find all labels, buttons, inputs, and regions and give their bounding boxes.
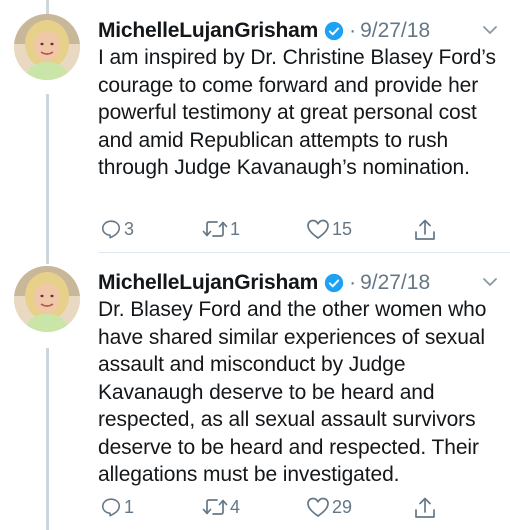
separator: · xyxy=(349,271,357,294)
like-button[interactable]: 29 xyxy=(306,496,352,518)
retweet-button[interactable]: 4 xyxy=(202,496,240,518)
chevron-down-icon[interactable] xyxy=(480,272,500,292)
chevron-down-icon[interactable] xyxy=(480,20,500,40)
reply-count: 3 xyxy=(124,218,135,239)
thread-line xyxy=(46,0,49,14)
retweet-icon xyxy=(202,221,228,237)
tweet-text: Dr. Blasey Ford and the other women who … xyxy=(98,298,487,486)
retweet-button[interactable]: 1 xyxy=(202,218,240,240)
tweet-text: I am inspired by Dr. Christine Blasey Fo… xyxy=(98,46,496,179)
retweet-icon xyxy=(202,499,228,515)
tweet-header: MichelleLujanGrisham · 9/27/18 xyxy=(98,16,430,46)
tweet-date[interactable]: 9/27/18 xyxy=(360,271,430,295)
like-count: 15 xyxy=(332,218,353,239)
like-count: 29 xyxy=(332,496,353,517)
reply-button[interactable]: 1 xyxy=(100,496,134,518)
separator: · xyxy=(349,19,357,42)
heart-icon xyxy=(307,219,329,239)
tweet-actions: 1 4 29 xyxy=(98,496,458,522)
divider xyxy=(98,252,510,253)
reply-button[interactable]: 3 xyxy=(100,218,134,240)
tweet-date[interactable]: 9/27/18 xyxy=(360,19,430,43)
tweet-header: MichelleLujanGrisham · 9/27/18 xyxy=(98,268,430,298)
reply-count: 1 xyxy=(124,496,135,517)
reply-icon xyxy=(101,498,121,517)
heart-icon xyxy=(307,497,329,517)
like-button[interactable]: 15 xyxy=(306,218,352,240)
retweet-count: 4 xyxy=(230,496,241,517)
share-icon xyxy=(415,497,435,518)
verified-badge-icon xyxy=(324,273,344,293)
tweet-actions: 3 1 15 xyxy=(98,218,458,244)
retweet-count: 1 xyxy=(230,218,241,239)
reply-icon xyxy=(101,220,121,239)
share-button[interactable] xyxy=(414,218,436,242)
avatar[interactable] xyxy=(14,266,80,332)
share-button[interactable] xyxy=(414,496,436,520)
tweet[interactable]: MichelleLujanGrisham · 9/27/18 I am insp… xyxy=(0,14,510,254)
tweet[interactable]: MichelleLujanGrisham · 9/27/18 Dr. Blase… xyxy=(0,266,510,530)
verified-badge-icon xyxy=(324,21,344,41)
avatar[interactable] xyxy=(14,14,80,80)
share-icon xyxy=(415,219,435,240)
author-name[interactable]: MichelleLujanGrisham xyxy=(98,19,318,43)
author-name[interactable]: MichelleLujanGrisham xyxy=(98,271,318,295)
